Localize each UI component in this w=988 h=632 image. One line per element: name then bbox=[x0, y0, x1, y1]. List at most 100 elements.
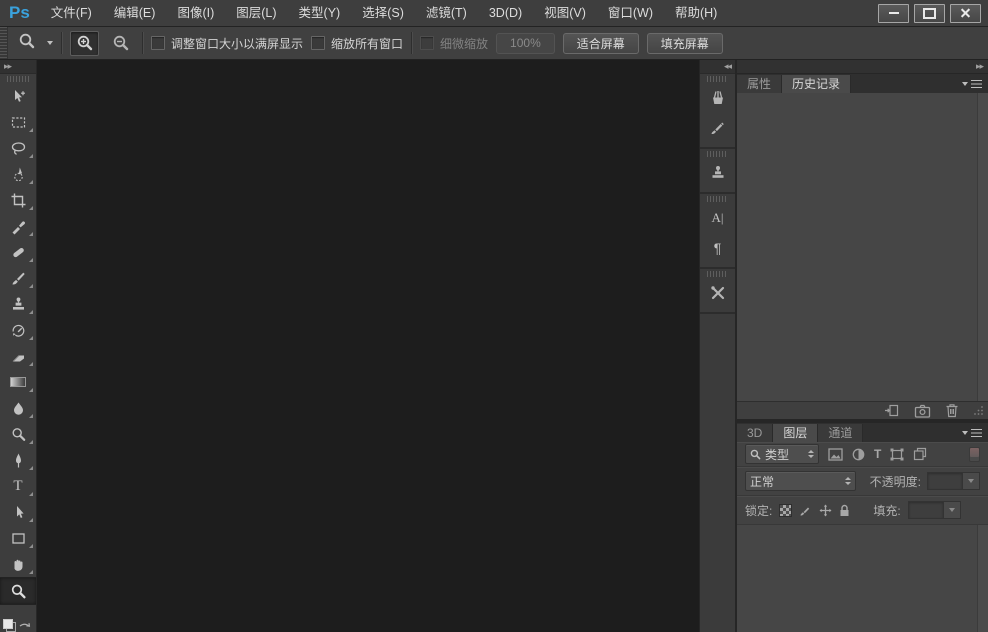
options-bar-grip[interactable] bbox=[0, 27, 8, 59]
pen-tool[interactable] bbox=[0, 447, 36, 473]
tools-grip[interactable] bbox=[7, 76, 29, 82]
lock-paint-icon[interactable] bbox=[799, 504, 812, 517]
eyedropper-tool[interactable] bbox=[0, 213, 36, 239]
dodge-tool[interactable] bbox=[0, 421, 36, 447]
crop-tool[interactable] bbox=[0, 187, 36, 213]
move-tool[interactable] bbox=[0, 83, 36, 109]
tools-panel: ▸▸ bbox=[0, 60, 37, 632]
brush-settings-icon[interactable] bbox=[700, 113, 735, 143]
tools-collapse-arrows-icon[interactable]: ▸▸ bbox=[0, 60, 36, 74]
close-icon bbox=[960, 8, 971, 19]
paragraph-panel-icon[interactable]: ¶ bbox=[700, 233, 735, 263]
menu-type[interactable]: 类型(Y) bbox=[288, 0, 352, 26]
delete-icon[interactable] bbox=[945, 403, 959, 418]
zoom-tool-icon[interactable] bbox=[18, 32, 36, 55]
layers-list[interactable] bbox=[737, 525, 988, 632]
pixel-layer-filter-icon[interactable] bbox=[828, 448, 843, 461]
adjustment-layer-filter-icon[interactable] bbox=[852, 448, 865, 461]
menu-file[interactable]: 文件(F) bbox=[40, 0, 103, 26]
swap-colors-icon[interactable] bbox=[18, 622, 31, 632]
dock-grip[interactable] bbox=[707, 76, 728, 82]
zoom-all-windows-checkbox[interactable] bbox=[311, 36, 325, 50]
new-snapshot-icon[interactable] bbox=[914, 404, 931, 418]
type-layer-filter-icon[interactable]: T bbox=[874, 447, 881, 461]
layers-blend-row: 正常 不透明度: bbox=[737, 467, 988, 496]
dock-grip[interactable] bbox=[707, 196, 728, 202]
blur-tool[interactable] bbox=[0, 395, 36, 421]
hand-tool[interactable] bbox=[0, 551, 36, 577]
menu-3d[interactable]: 3D(D) bbox=[478, 0, 533, 26]
brush-presets-icon[interactable] bbox=[700, 83, 735, 113]
panels-collapse-arrows-icon[interactable]: ▸▸ bbox=[737, 60, 988, 74]
menu-select[interactable]: 选择(S) bbox=[351, 0, 415, 26]
dock-collapse-arrows-icon[interactable]: ◂◂ bbox=[700, 60, 735, 74]
menu-edit[interactable]: 编辑(E) bbox=[103, 0, 167, 26]
tab-channels[interactable]: 通道 bbox=[818, 424, 863, 442]
shape-layer-filter-icon[interactable] bbox=[890, 448, 904, 461]
eraser-tool[interactable] bbox=[0, 343, 36, 369]
canvas-workspace[interactable] bbox=[37, 60, 699, 632]
lock-position-icon[interactable] bbox=[819, 504, 832, 517]
dock-grip[interactable] bbox=[707, 271, 728, 277]
layer-filter-type-dropdown[interactable]: 类型 bbox=[745, 444, 819, 464]
history-brush-tool[interactable] bbox=[0, 317, 36, 343]
rectangle-tool[interactable] bbox=[0, 525, 36, 551]
layer-filter-toggle[interactable] bbox=[969, 447, 980, 462]
menu-bar: Ps 文件(F) 编辑(E) 图像(I) 图层(L) 类型(Y) 选择(S) 滤… bbox=[0, 0, 988, 27]
minimize-icon bbox=[889, 12, 899, 14]
zoom-in-button[interactable] bbox=[70, 31, 99, 56]
path-selection-tool[interactable] bbox=[0, 499, 36, 525]
brush-tool[interactable] bbox=[0, 265, 36, 291]
minimize-button[interactable] bbox=[878, 4, 909, 23]
zoom-tool[interactable] bbox=[0, 577, 36, 605]
dock-grip[interactable] bbox=[707, 151, 728, 157]
character-panel-icon[interactable]: A| bbox=[700, 203, 735, 233]
layers-scrollbar[interactable] bbox=[977, 525, 988, 632]
zoom-out-button[interactable] bbox=[107, 32, 134, 55]
spot-healing-brush-tool[interactable] bbox=[0, 239, 36, 265]
tab-properties[interactable]: 属性 bbox=[737, 75, 782, 93]
lasso-tool[interactable] bbox=[0, 135, 36, 161]
spinner-arrows-icon bbox=[804, 450, 814, 458]
photoshop-window: Ps 文件(F) 编辑(E) 图像(I) 图层(L) 类型(Y) 选择(S) 滤… bbox=[0, 0, 988, 632]
blend-mode-dropdown[interactable]: 正常 bbox=[745, 471, 856, 491]
new-document-from-state-icon[interactable] bbox=[884, 403, 900, 418]
type-tool[interactable]: T bbox=[0, 473, 36, 499]
menu-help[interactable]: 帮助(H) bbox=[664, 0, 728, 26]
crop-tool-icon bbox=[10, 192, 27, 209]
menu-view[interactable]: 视图(V) bbox=[533, 0, 597, 26]
fill-label: 填充: bbox=[873, 502, 900, 519]
menu-filter[interactable]: 滤镜(T) bbox=[415, 0, 478, 26]
clone-stamp-tool[interactable] bbox=[0, 291, 36, 317]
fit-screen-button[interactable]: 适合屏幕 bbox=[563, 33, 639, 54]
tool-presets-icon[interactable] bbox=[700, 278, 735, 308]
clone-source-icon[interactable] bbox=[700, 158, 735, 188]
gradient-tool[interactable] bbox=[0, 369, 36, 395]
history-scrollbar[interactable] bbox=[977, 93, 988, 401]
history-panel-menu-icon[interactable] bbox=[962, 75, 988, 93]
tool-preset-caret-icon[interactable] bbox=[47, 41, 53, 45]
menu-layer[interactable]: 图层(L) bbox=[225, 0, 287, 26]
smart-object-filter-icon[interactable] bbox=[913, 447, 927, 461]
tab-3d[interactable]: 3D bbox=[737, 424, 773, 442]
lock-transparency-icon[interactable] bbox=[779, 504, 792, 517]
menu-image[interactable]: 图像(I) bbox=[166, 0, 225, 26]
path-selection-tool-icon bbox=[10, 504, 27, 521]
rectangular-marquee-tool[interactable] bbox=[0, 109, 36, 135]
quick-selection-tool[interactable] bbox=[0, 161, 36, 187]
eraser-tool-icon bbox=[10, 348, 27, 365]
menu-window[interactable]: 窗口(W) bbox=[597, 0, 664, 26]
foreground-background-swatches[interactable] bbox=[3, 619, 16, 632]
quick-selection-tool-icon bbox=[10, 166, 27, 183]
panel-resize-grip-icon[interactable] bbox=[973, 405, 984, 416]
opacity-dropdown bbox=[927, 472, 980, 490]
fill-screen-button[interactable]: 填充屏幕 bbox=[647, 33, 723, 54]
spinner-arrows-icon bbox=[841, 477, 851, 485]
lock-all-icon[interactable] bbox=[839, 504, 850, 517]
layers-panel-menu-icon[interactable] bbox=[962, 424, 988, 442]
maximize-button[interactable] bbox=[914, 4, 945, 23]
tab-history[interactable]: 历史记录 bbox=[782, 75, 851, 93]
close-button[interactable] bbox=[950, 4, 981, 23]
tab-layers[interactable]: 图层 bbox=[773, 424, 818, 442]
resize-windows-checkbox[interactable] bbox=[151, 36, 165, 50]
